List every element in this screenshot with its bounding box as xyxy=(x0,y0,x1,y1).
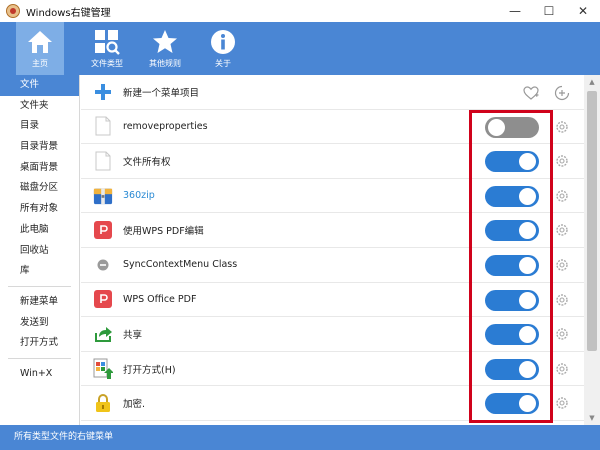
sidebar-item-all-objects[interactable]: 所有对象 xyxy=(0,199,79,220)
sidebar-item-recycle-bin[interactable]: 回收站 xyxy=(0,241,79,262)
menu-row-label: 打开方式(H) xyxy=(123,364,176,376)
heart-plus-icon[interactable] xyxy=(523,85,539,101)
toggle-highlight-box xyxy=(469,110,553,423)
sidebar: 文件 文件夹 目录 目录背景 桌面背景 磁盘分区 所有对象 此电脑 回收站 库 … xyxy=(0,75,80,425)
toolbar-file-types[interactable]: 文件类型 xyxy=(78,22,136,75)
menu-row-label: 共享 xyxy=(123,329,143,341)
lock-icon xyxy=(93,392,113,414)
scroll-thumb[interactable] xyxy=(587,91,597,351)
sidebar-item-win-x[interactable]: Win+X xyxy=(0,364,79,385)
sidebar-item-new-menu[interactable]: 新建菜单 xyxy=(0,292,79,313)
toolbar-about[interactable]: 关于 xyxy=(194,22,252,75)
gear-icon[interactable] xyxy=(555,120,569,134)
window-controls: — ☐ ✕ xyxy=(498,0,600,22)
gear-icon[interactable] xyxy=(555,223,569,237)
toolbar-about-label: 关于 xyxy=(215,59,231,68)
sidebar-divider xyxy=(8,357,71,359)
new-menu-item-row[interactable]: 新建一个菜单项目 xyxy=(81,75,584,110)
toolbar-other-rules[interactable]: 其他规则 xyxy=(136,22,194,75)
sidebar-item-this-pc[interactable]: 此电脑 xyxy=(0,220,79,241)
menu-row-label: WPS Office PDF xyxy=(123,293,197,305)
app-logo-icon xyxy=(6,4,20,18)
gear-icon[interactable] xyxy=(555,258,569,272)
gear-icon[interactable] xyxy=(555,362,569,376)
sidebar-item-folder[interactable]: 文件夹 xyxy=(0,96,79,117)
add-circle-icon[interactable] xyxy=(554,85,570,101)
sidebar-item-directory-background[interactable]: 目录背景 xyxy=(0,137,79,158)
gear-icon[interactable] xyxy=(555,189,569,203)
add-plus-icon xyxy=(93,81,113,103)
minus-circle-icon xyxy=(93,254,113,276)
sidebar-item-library[interactable]: 库 xyxy=(0,261,79,282)
close-button[interactable]: ✕ xyxy=(566,0,600,22)
title-bar: Windows右键管理 — ☐ ✕ xyxy=(0,0,600,22)
sidebar-item-open-with[interactable]: 打开方式 xyxy=(0,333,79,354)
blank-file-icon xyxy=(93,150,113,172)
blank-file-icon xyxy=(93,115,113,137)
new-menu-item-label: 新建一个菜单项目 xyxy=(123,87,200,99)
share-arrow-icon xyxy=(93,323,113,345)
menu-row-label: 加密. xyxy=(123,399,146,411)
gear-icon[interactable] xyxy=(555,327,569,341)
star-icon xyxy=(153,30,177,53)
menu-row-label: 360zip xyxy=(123,190,155,202)
file-types-icon xyxy=(95,30,120,55)
wps-pdf-icon xyxy=(93,219,113,241)
home-icon xyxy=(28,31,52,53)
open-with-icon xyxy=(93,358,113,380)
gear-icon[interactable] xyxy=(555,154,569,168)
status-bar: 所有类型文件的右键菜单 xyxy=(0,425,600,450)
wps-pdf-icon xyxy=(93,288,113,310)
toolbar-home[interactable]: 主页 xyxy=(16,22,64,75)
menu-row-label: SyncContextMenu Class xyxy=(123,259,238,271)
gear-icon[interactable] xyxy=(555,396,569,410)
toolbar-other-rules-label: 其他规则 xyxy=(149,59,181,68)
main-toolbar: 主页 文件类型 其他规则 关于 xyxy=(0,22,600,75)
sidebar-item-send-to[interactable]: 发送到 xyxy=(0,313,79,334)
toolbar-file-types-label: 文件类型 xyxy=(91,59,123,68)
sidebar-item-file[interactable]: 文件 xyxy=(0,75,79,96)
window-title: Windows右键管理 xyxy=(26,7,111,19)
scroll-up-icon[interactable]: ▲ xyxy=(584,75,600,89)
menu-row-label: 文件所有权 xyxy=(123,156,171,168)
sidebar-item-desktop-background[interactable]: 桌面背景 xyxy=(0,158,79,179)
vertical-scrollbar[interactable]: ▲ ▼ xyxy=(584,75,600,425)
info-icon xyxy=(211,30,235,54)
menu-row-label: 使用WPS PDF编辑 xyxy=(123,226,204,238)
minimize-button[interactable]: — xyxy=(498,0,532,22)
menu-row-label: removeproperties xyxy=(123,120,208,132)
zip-archive-icon xyxy=(93,185,113,207)
sidebar-item-directory[interactable]: 目录 xyxy=(0,116,79,137)
sidebar-item-drive[interactable]: 磁盘分区 xyxy=(0,178,79,199)
maximize-button[interactable]: ☐ xyxy=(532,0,566,22)
toolbar-home-label: 主页 xyxy=(32,59,48,68)
scroll-down-icon[interactable]: ▼ xyxy=(584,411,600,425)
sidebar-divider xyxy=(8,285,71,287)
gear-icon[interactable] xyxy=(555,293,569,307)
